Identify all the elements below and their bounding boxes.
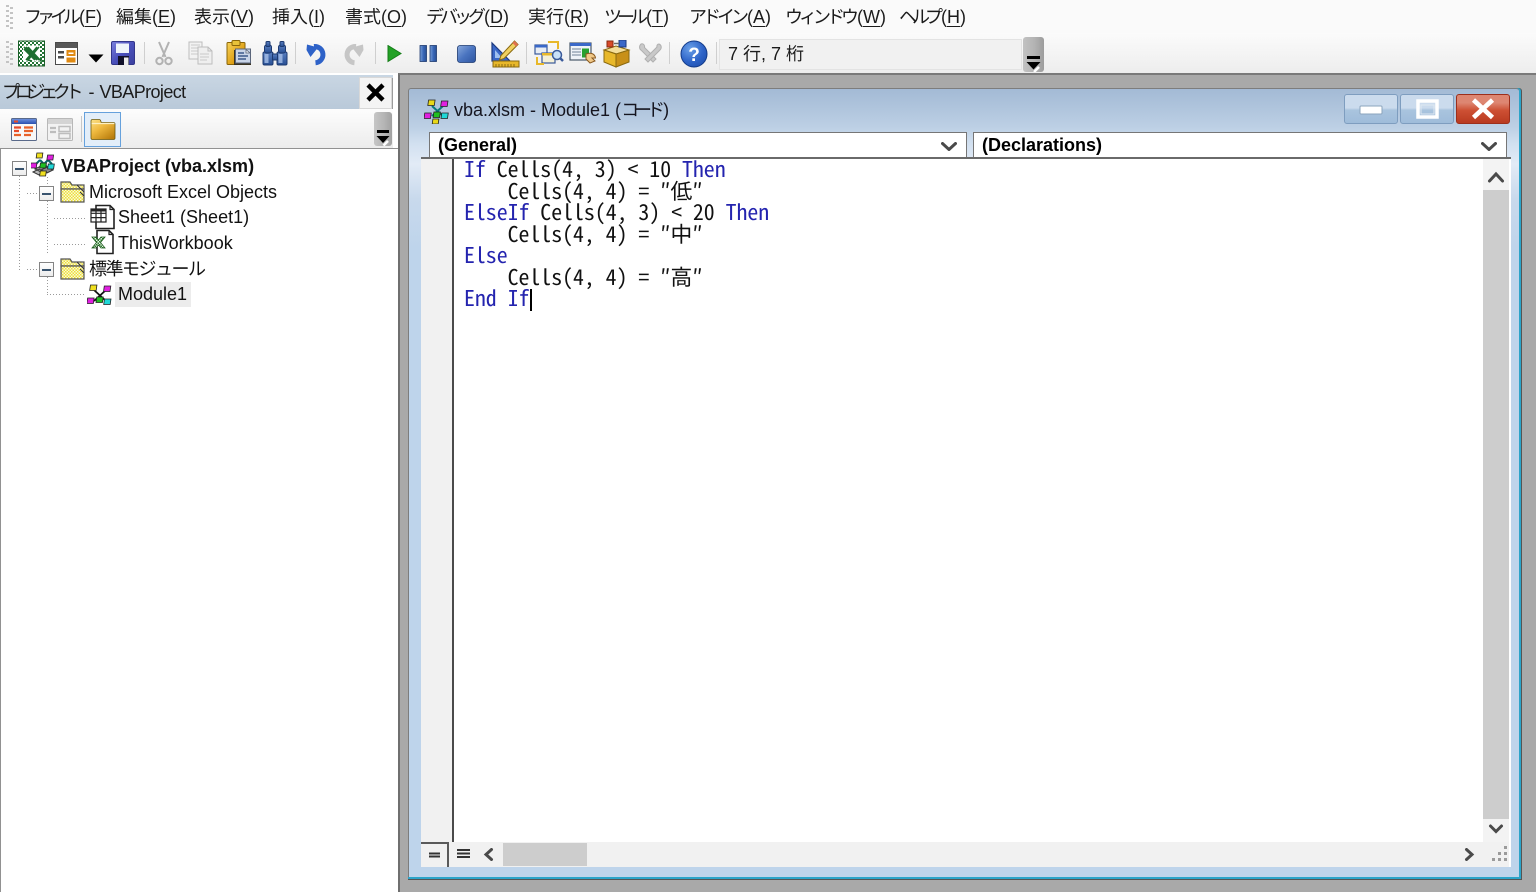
svg-text:?: ?: [688, 45, 700, 66]
